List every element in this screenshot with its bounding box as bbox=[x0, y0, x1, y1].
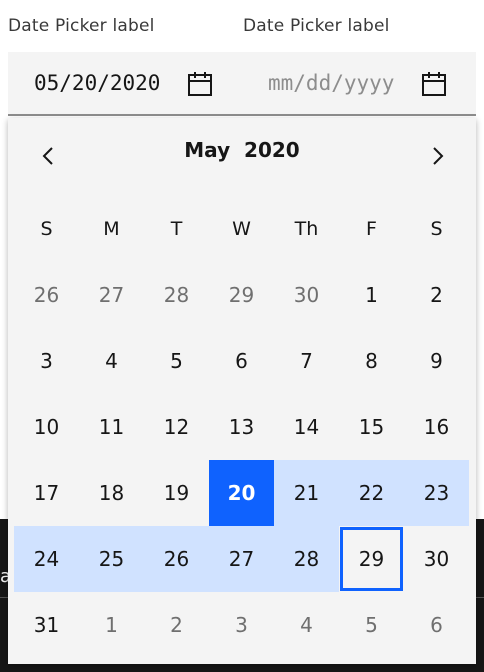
weekday-label: M bbox=[103, 218, 120, 240]
day-cell[interactable]: 14 bbox=[274, 394, 339, 460]
day-cell[interactable]: 16 bbox=[404, 394, 469, 460]
calendar-grid: S M T W Th F S 26 27 28 29 30 1 2 3 4 5 … bbox=[14, 196, 470, 658]
day-cell-next-month[interactable]: 6 bbox=[404, 592, 469, 658]
calendar-header: May 2020 bbox=[8, 132, 476, 172]
day-cell[interactable]: 12 bbox=[144, 394, 209, 460]
chevron-right-icon bbox=[433, 147, 444, 165]
day-cell[interactable]: 2 bbox=[404, 262, 469, 328]
start-date-input[interactable]: 05/20/2020 bbox=[34, 52, 160, 114]
weekday-label: W bbox=[232, 218, 251, 240]
day-cell-in-range[interactable]: 25 bbox=[79, 526, 144, 592]
day-cell-today[interactable]: 29 bbox=[339, 526, 404, 592]
day-cell-in-range[interactable]: 21 bbox=[274, 460, 339, 526]
week-row: 26 27 28 29 30 1 2 bbox=[14, 262, 470, 328]
weekday-label: S bbox=[430, 218, 443, 240]
day-cell[interactable]: 30 bbox=[404, 526, 469, 592]
week-row: 17 18 19 20 21 22 23 bbox=[14, 460, 470, 526]
weekday-label: F bbox=[366, 218, 377, 240]
day-cell[interactable]: 5 bbox=[144, 328, 209, 394]
day-cell-in-range[interactable]: 28 bbox=[274, 526, 339, 592]
day-cell-next-month[interactable]: 3 bbox=[209, 592, 274, 658]
day-cell-next-month[interactable]: 5 bbox=[339, 592, 404, 658]
day-cell-selected[interactable]: 20 bbox=[209, 460, 274, 526]
month-label[interactable]: May bbox=[184, 138, 230, 162]
day-cell[interactable]: 8 bbox=[339, 328, 404, 394]
end-date-input[interactable]: mm/dd/yyyy bbox=[268, 52, 394, 114]
day-cell-in-range[interactable]: 26 bbox=[144, 526, 209, 592]
weekday-header-row: S M T W Th F S bbox=[14, 196, 470, 262]
month-year-title: May 2020 bbox=[8, 138, 476, 162]
day-cell-in-range[interactable]: 27 bbox=[209, 526, 274, 592]
weekday-label: Th bbox=[294, 218, 319, 240]
calendar-icon[interactable] bbox=[186, 70, 214, 98]
day-cell-next-month[interactable]: 2 bbox=[144, 592, 209, 658]
day-cell-in-range[interactable]: 22 bbox=[339, 460, 404, 526]
start-date-field[interactable]: 05/20/2020 bbox=[8, 52, 234, 116]
day-cell-prev-month[interactable]: 30 bbox=[274, 262, 339, 328]
weekday-label: S bbox=[40, 218, 53, 240]
day-cell-in-range[interactable]: 24 bbox=[14, 526, 79, 592]
day-cell[interactable]: 6 bbox=[209, 328, 274, 394]
day-cell[interactable]: 17 bbox=[14, 460, 79, 526]
day-cell[interactable]: 19 bbox=[144, 460, 209, 526]
week-row: 24 25 26 27 28 29 30 bbox=[14, 526, 470, 592]
weekday-label: T bbox=[170, 218, 183, 240]
day-cell[interactable]: 18 bbox=[79, 460, 144, 526]
day-cell[interactable]: 31 bbox=[14, 592, 79, 658]
next-month-button[interactable] bbox=[418, 132, 458, 180]
year-label[interactable]: 2020 bbox=[244, 138, 300, 162]
calendar-popup: May 2020 S M T W Th F S 26 27 28 29 30 1… bbox=[8, 118, 476, 664]
day-cell[interactable]: 7 bbox=[274, 328, 339, 394]
day-cell-prev-month[interactable]: 27 bbox=[79, 262, 144, 328]
day-cell-in-range[interactable]: 23 bbox=[404, 460, 469, 526]
day-cell[interactable]: 13 bbox=[209, 394, 274, 460]
day-cell[interactable]: 10 bbox=[14, 394, 79, 460]
week-row: 31 1 2 3 4 5 6 bbox=[14, 592, 470, 658]
day-cell[interactable]: 9 bbox=[404, 328, 469, 394]
day-cell-prev-month[interactable]: 28 bbox=[144, 262, 209, 328]
end-date-field[interactable]: mm/dd/yyyy bbox=[234, 52, 476, 116]
day-cell[interactable]: 15 bbox=[339, 394, 404, 460]
day-cell-next-month[interactable]: 1 bbox=[79, 592, 144, 658]
calendar-icon[interactable] bbox=[420, 70, 448, 98]
day-cell-next-month[interactable]: 4 bbox=[274, 592, 339, 658]
day-cell[interactable]: 11 bbox=[79, 394, 144, 460]
week-row: 3 4 5 6 7 8 9 bbox=[14, 328, 470, 394]
day-cell[interactable]: 4 bbox=[79, 328, 144, 394]
day-cell[interactable]: 1 bbox=[339, 262, 404, 328]
day-cell[interactable]: 3 bbox=[14, 328, 79, 394]
week-row: 10 11 12 13 14 15 16 bbox=[14, 394, 470, 460]
end-date-label: Date Picker label bbox=[243, 16, 390, 36]
day-cell-prev-month[interactable]: 26 bbox=[14, 262, 79, 328]
start-date-label: Date Picker label bbox=[8, 16, 155, 36]
day-cell-prev-month[interactable]: 29 bbox=[209, 262, 274, 328]
